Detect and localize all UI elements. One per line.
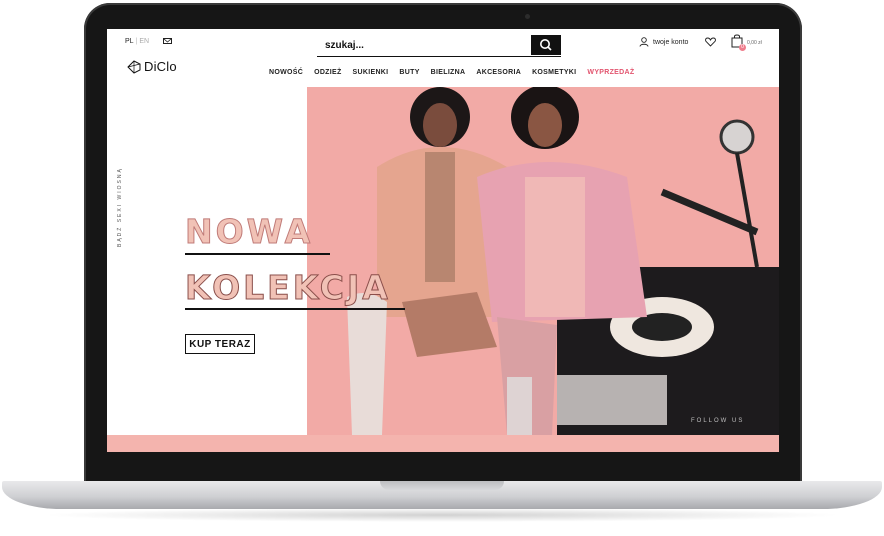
logo[interactable]: DiClo bbox=[127, 59, 177, 74]
nav-item-odziez[interactable]: ODZIEŻ bbox=[314, 69, 341, 76]
lang-en[interactable]: EN bbox=[139, 38, 149, 45]
laptop-camera bbox=[525, 14, 530, 19]
hero-bottom-strip bbox=[107, 435, 779, 452]
hero-left-panel bbox=[107, 87, 307, 435]
language-switcher: PL | EN bbox=[125, 38, 150, 45]
mail-icon[interactable] bbox=[163, 38, 172, 44]
hero-photo-illustration bbox=[307, 87, 779, 435]
hero-image bbox=[307, 87, 779, 435]
hero-side-tag: BĄDŹ SEXI WIOSNĄ bbox=[117, 167, 123, 247]
nav-item-kosmetyki[interactable]: KOSMETYKI bbox=[532, 69, 576, 76]
heart-icon[interactable] bbox=[705, 37, 716, 47]
user-icon bbox=[639, 37, 649, 47]
cart-count-badge: 0 bbox=[739, 44, 746, 51]
hero-headline-1: NOWA bbox=[184, 212, 314, 251]
headline-rule-2 bbox=[185, 308, 405, 310]
laptop-notch bbox=[380, 481, 504, 490]
nav-item-nowosc[interactable]: NOWOŚĆ bbox=[269, 69, 303, 76]
diamond-logo-icon bbox=[127, 59, 141, 74]
nav-item-sale[interactable]: WYPRZEDAŻ bbox=[587, 69, 634, 76]
account-link[interactable]: twoje konto bbox=[639, 37, 688, 47]
search-button[interactable] bbox=[531, 35, 561, 55]
top-bar: PL|EN twoje konto bbox=[107, 29, 779, 57]
lang-pl[interactable]: PL bbox=[125, 38, 134, 45]
logo-text: DiClo bbox=[144, 59, 177, 74]
follow-us-label[interactable]: FOLLOW US bbox=[691, 418, 744, 424]
laptop-shadow bbox=[40, 508, 844, 522]
nav-item-bielizna[interactable]: BIELIZNA bbox=[431, 69, 466, 76]
search-input[interactable] bbox=[317, 35, 531, 55]
hero-headline-2: KOLEKCJA bbox=[185, 268, 391, 307]
browser-screen: PL|EN twoje konto bbox=[107, 29, 779, 452]
shop-now-button[interactable]: KUP TERAZ bbox=[185, 334, 255, 354]
main-nav: NOWOŚĆ ODZIEŻ SUKIENKI BUTY BIELIZNA AKC… bbox=[269, 69, 645, 76]
headline-rule-1 bbox=[185, 253, 330, 255]
cart-total: 0,00 zł bbox=[747, 40, 762, 46]
search-icon bbox=[540, 39, 552, 51]
nav-item-akcesoria[interactable]: AKCESORIA bbox=[476, 69, 521, 76]
nav-item-buty[interactable]: BUTY bbox=[399, 69, 419, 76]
account-label: twoje konto bbox=[653, 38, 689, 46]
nav-item-sukienki[interactable]: SUKIENKI bbox=[353, 69, 389, 76]
search-bar bbox=[317, 35, 561, 57]
